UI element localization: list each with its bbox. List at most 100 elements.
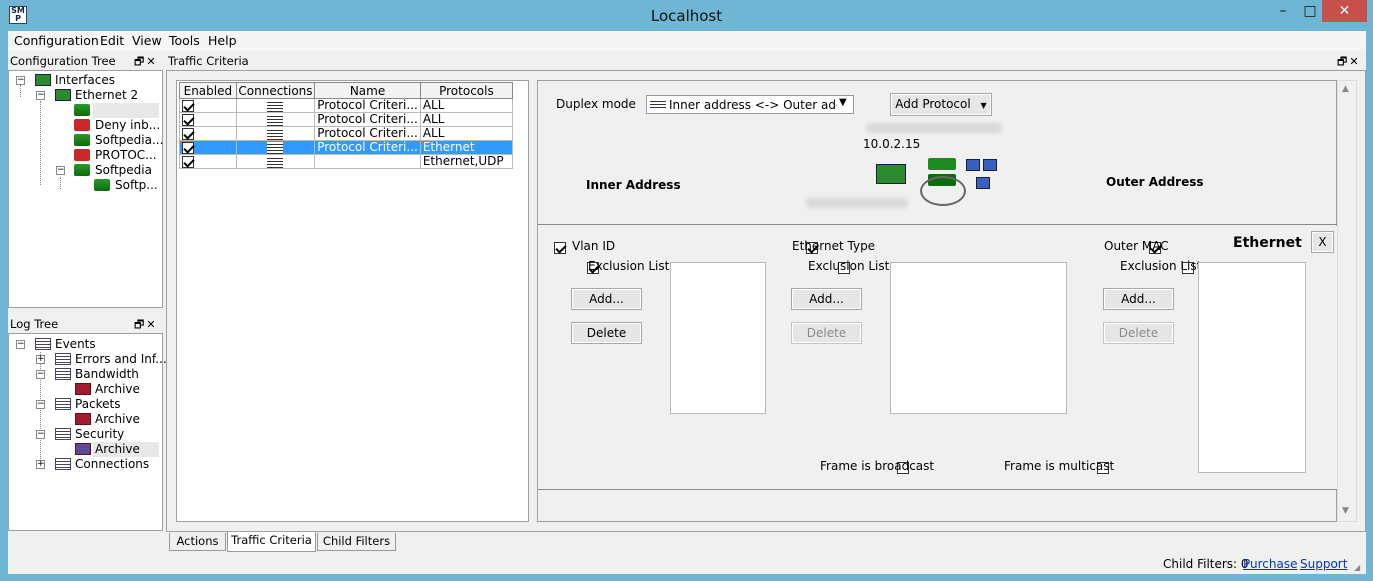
table-row[interactable]: Protocol Criteri... ALL [179,126,514,141]
ethernet-close-button[interactable]: X [1311,231,1334,253]
tree-item-security[interactable]: Security [75,427,124,442]
tree-item-ethernet2[interactable]: Ethernet 2 [75,88,138,103]
duplex-icon [650,99,666,109]
filter-arrow-icon[interactable] [74,104,90,116]
tab-child-filters[interactable]: Child Filters [317,533,396,551]
collapse-icon[interactable]: − [36,91,45,100]
enabled-cell[interactable] [179,154,237,169]
table-row[interactable]: Ethernet,UDP [179,154,514,169]
enabled-cell[interactable] [179,140,237,155]
connection-icon [267,113,284,126]
tree-item-softpedia-group[interactable]: Softpedia [95,163,152,178]
vlan-id-checkbox[interactable] [554,241,566,254]
log-tree-panel: − Events + Errors and Inf... − Bandwidth… [8,333,167,531]
criteria-list-container: Enabled Connections Name Protocols Proto… [176,80,529,522]
deny-icon [74,149,90,161]
enabled-checkbox[interactable] [182,141,194,154]
maximize-button[interactable]: □ [1298,0,1322,22]
tab-traffic-criteria[interactable]: Traffic Criteria [227,532,316,552]
minimize-button[interactable]: – [1268,0,1298,22]
tree-connector [40,101,41,185]
name-cell: Protocol Criteri... [314,126,421,141]
menu-tools[interactable]: Tools [169,33,200,48]
duplex-mode-label: Duplex mode [556,97,636,111]
menu-help[interactable]: Help [208,33,237,48]
vlan-list[interactable] [670,262,766,414]
expand-icon[interactable]: + [36,460,45,469]
tree-item-softp[interactable]: Softp... [115,178,158,193]
tree-connector [20,85,21,97]
tree-item-connections[interactable]: Connections [75,457,149,472]
filter-arrow-icon [74,134,90,146]
col-protocols[interactable]: Protocols [419,82,514,99]
ethernet-type-label: Ethernet Type [792,239,876,253]
tree-item-bandwidth[interactable]: Bandwidth [75,367,139,382]
col-enabled[interactable]: Enabled [179,82,237,99]
tree-item-interfaces[interactable]: Interfaces [55,73,115,88]
mac-delete-button[interactable]: Delete [1103,322,1174,344]
collapse-icon[interactable]: − [36,370,45,379]
enabled-cell[interactable] [179,98,237,113]
table-row-selected[interactable]: Protocol Criteri... Ethernet [179,140,514,155]
expand-icon[interactable]: + [36,355,45,364]
enabled-checkbox[interactable] [182,127,194,140]
enabled-checkbox[interactable] [182,99,194,112]
ethtype-list[interactable] [890,262,1067,414]
tree-item-archive[interactable]: Archive [95,412,140,427]
tree-item-selected-empty[interactable] [93,103,159,118]
ethtype-delete-button[interactable]: Delete [791,322,862,344]
tree-item-protocol[interactable]: PROTOC... [95,148,157,163]
close-button[interactable]: ✕ [1322,0,1367,22]
filter-arrow-icon [74,164,90,176]
child-filters-count: Child Filters: 0 [1163,557,1249,571]
tree-item-deny[interactable]: Deny inb... [95,118,160,133]
dropdown-arrow-icon: ▼ [980,101,987,110]
menu-edit[interactable]: Edit [100,33,124,48]
menu-configuration[interactable]: Configuration [14,33,99,48]
name-cell: Protocol Criteri... [314,140,421,155]
menu-view[interactable]: View [132,33,162,48]
mac-add-button[interactable]: Add... [1103,288,1174,310]
vertical-scrollbar[interactable]: ▲ ▼ [1337,80,1357,522]
collapse-icon[interactable]: − [36,400,45,409]
tree-item-packets[interactable]: Packets [75,397,121,412]
purchase-link[interactable]: Purchase [1243,557,1298,571]
resize-grip-icon[interactable]: ◢ [1354,563,1360,572]
enabled-checkbox[interactable] [182,113,194,126]
tree-item-errors[interactable]: Errors and Inf... [75,352,167,367]
tree-item-events[interactable]: Events [55,337,96,352]
scroll-down-icon[interactable]: ▼ [1342,506,1349,516]
col-connections[interactable]: Connections [235,82,316,99]
interfaces-icon [35,74,51,86]
mac-list[interactable] [1198,262,1306,473]
protocols-cell: ALL [419,112,514,127]
support-link[interactable]: Support [1300,557,1347,571]
table-row[interactable]: Protocol Criteri... ALL [179,98,514,113]
dropdown-arrow-icon[interactable]: ▼ [839,97,847,108]
scroll-up-icon[interactable]: ▲ [1342,84,1349,94]
tab-actions[interactable]: Actions [169,533,226,551]
duplex-mode-value: Inner address <-> Outer addres [669,98,837,112]
add-protocol-button[interactable]: Add Protocol ▼ [890,93,992,116]
enabled-cell[interactable] [179,112,237,127]
archive-icon [75,443,91,455]
collapse-icon[interactable]: − [36,430,45,439]
collapse-icon[interactable]: − [16,76,25,85]
tree-item-archive-selected[interactable]: Archive [95,442,140,457]
log-icon [55,353,71,365]
vlan-delete-button[interactable]: Delete [571,322,642,344]
tree-item-archive[interactable]: Archive [95,382,140,397]
vlan-add-button[interactable]: Add... [571,288,642,310]
collapse-icon[interactable]: − [16,340,25,349]
duplex-mode-select[interactable]: Inner address <-> Outer addres ▼ [646,95,854,114]
enabled-cell[interactable] [179,126,237,141]
computer-icon [976,177,990,189]
outer-mac-label: Outer MAC [1104,239,1169,253]
col-name[interactable]: Name [314,82,421,99]
computer-icon [983,159,997,171]
enabled-checkbox[interactable] [182,155,194,168]
tree-item-softpedia[interactable]: Softpedia... [95,133,163,148]
collapse-icon[interactable]: − [56,166,65,175]
table-row[interactable]: Protocol Criteri... ALL [179,112,514,127]
ethtype-add-button[interactable]: Add... [791,288,862,310]
